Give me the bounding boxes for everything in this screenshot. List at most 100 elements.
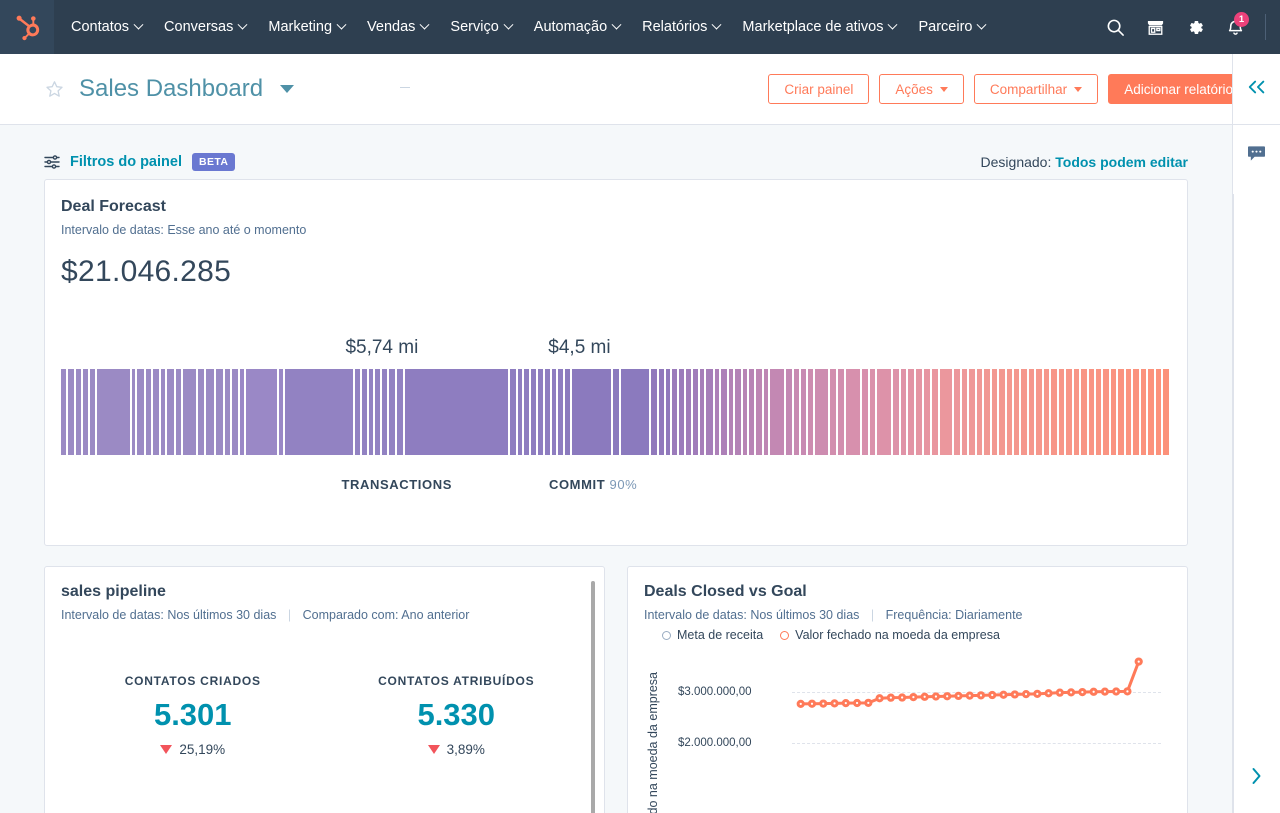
notifications-bell-icon[interactable]: 1 [1215, 0, 1255, 54]
nav-item-servico[interactable]: Serviço [439, 0, 522, 54]
forecast-segment[interactable] [700, 369, 704, 455]
criar-painel-button[interactable]: Criar painel [768, 74, 869, 104]
forecast-segment[interactable] [992, 369, 997, 455]
data-point-marker[interactable] [945, 694, 950, 699]
nav-item-conversas[interactable]: Conversas [153, 0, 257, 54]
forecast-segment[interactable] [531, 369, 536, 455]
forecast-segment[interactable] [808, 369, 813, 455]
forecast-segment[interactable] [672, 369, 676, 455]
data-point-marker[interactable] [1035, 691, 1040, 696]
nav-item-marketing[interactable]: Marketing [257, 0, 356, 54]
forecast-segment[interactable] [735, 369, 740, 455]
legend-item-meta-de-receita[interactable]: Meta de receita [662, 628, 763, 642]
forecast-segment[interactable] [362, 369, 366, 455]
forecast-segment[interactable] [216, 369, 223, 455]
data-point-marker[interactable] [1001, 692, 1006, 697]
forecast-segment[interactable] [1089, 369, 1094, 455]
data-point-marker[interactable] [900, 695, 905, 700]
forecast-segment[interactable] [969, 369, 974, 455]
forecast-segment[interactable] [1066, 369, 1071, 455]
forecast-segment[interactable] [940, 369, 952, 455]
forecast-segment[interactable] [1081, 369, 1086, 455]
forecast-segment[interactable] [1156, 369, 1161, 455]
nav-item-relatorios[interactable]: Relatórios [631, 0, 731, 54]
forecast-segment[interactable] [1007, 369, 1012, 455]
data-point-marker[interactable] [854, 700, 859, 705]
forecast-segment[interactable] [838, 369, 845, 455]
data-point-marker[interactable] [990, 692, 995, 697]
forecast-segment[interactable] [1118, 369, 1123, 455]
forecast-segment[interactable] [1051, 369, 1056, 455]
forecast-segment[interactable] [743, 369, 747, 455]
forecast-segment[interactable] [132, 369, 135, 455]
forecast-segment[interactable] [916, 369, 923, 455]
forecast-segment[interactable] [382, 369, 386, 455]
forecast-segment[interactable] [1096, 369, 1101, 455]
hubspot-logo[interactable] [0, 0, 54, 54]
data-point-marker[interactable] [888, 695, 893, 700]
forecast-segment[interactable] [389, 369, 396, 455]
forecast-segment[interactable] [901, 369, 906, 455]
forecast-segment[interactable] [1074, 369, 1079, 455]
forecast-segment[interactable] [167, 369, 174, 455]
forecast-segment[interactable] [659, 369, 664, 455]
forecast-segment[interactable] [183, 369, 196, 455]
marketplace-icon[interactable] [1135, 0, 1175, 54]
forecast-segment[interactable] [285, 369, 353, 455]
forecast-segment[interactable] [999, 369, 1004, 455]
acoes-button[interactable]: Ações [879, 74, 964, 104]
forecast-segment[interactable] [572, 369, 611, 455]
forecast-segment[interactable] [1021, 369, 1026, 455]
data-point-marker[interactable] [821, 701, 826, 706]
data-point-marker[interactable] [1136, 659, 1141, 664]
forecast-segment[interactable] [355, 369, 360, 455]
forecast-segment[interactable] [706, 369, 713, 455]
forecast-segment[interactable] [1059, 369, 1064, 455]
nav-item-vendas[interactable]: Vendas [356, 0, 439, 54]
forecast-segment[interactable] [908, 369, 913, 455]
forecast-segment[interactable] [862, 369, 867, 455]
forecast-segment[interactable] [1044, 369, 1049, 455]
chat-button[interactable] [1233, 125, 1280, 187]
data-point-marker[interactable] [1057, 690, 1062, 695]
forecast-segment[interactable] [137, 369, 144, 455]
forecast-segment[interactable] [1126, 369, 1131, 455]
forecast-segment[interactable] [232, 369, 237, 455]
forecast-segment[interactable] [686, 369, 690, 455]
forecast-segment[interactable] [76, 369, 81, 455]
data-point-marker[interactable] [967, 693, 972, 698]
forecast-segment[interactable] [794, 369, 799, 455]
data-point-marker[interactable] [798, 701, 803, 706]
compartilhar-button[interactable]: Compartilhar [974, 74, 1098, 104]
forecast-segment[interactable] [877, 369, 891, 455]
forecast-segment[interactable] [932, 369, 939, 455]
data-point-marker[interactable] [933, 694, 938, 699]
forecast-segment[interactable] [538, 369, 543, 455]
forecast-segment[interactable] [613, 369, 618, 455]
forecast-bar-strip[interactable] [61, 369, 1171, 455]
nav-item-parceiro[interactable]: Parceiro [907, 0, 996, 54]
forecast-segment[interactable] [830, 369, 835, 455]
forecast-segment[interactable] [397, 369, 402, 455]
data-point-marker[interactable] [1102, 689, 1107, 694]
forecast-segment[interactable] [749, 369, 754, 455]
data-point-marker[interactable] [1125, 689, 1130, 694]
forecast-segment[interactable] [225, 369, 230, 455]
forecast-segment[interactable] [405, 369, 509, 455]
data-point-marker[interactable] [877, 696, 882, 701]
forecast-segment[interactable] [801, 369, 805, 455]
nav-item-marketplace-de-ativos[interactable]: Marketplace de ativos [731, 0, 907, 54]
stat-value[interactable]: 5.301 [61, 697, 325, 733]
forecast-segment[interactable] [198, 369, 203, 455]
forecast-segment[interactable] [558, 369, 562, 455]
forecast-segment[interactable] [510, 369, 515, 455]
forecast-segment[interactable] [1036, 369, 1041, 455]
nav-item-automacao[interactable]: Automação [523, 0, 631, 54]
data-point-marker[interactable] [1114, 689, 1119, 694]
forecast-segment[interactable] [977, 369, 982, 455]
forecast-segment[interactable] [756, 369, 761, 455]
data-point-marker[interactable] [956, 693, 961, 698]
forecast-segment[interactable] [893, 369, 898, 455]
forecast-segment[interactable] [369, 369, 373, 455]
forecast-segment[interactable] [715, 369, 719, 455]
